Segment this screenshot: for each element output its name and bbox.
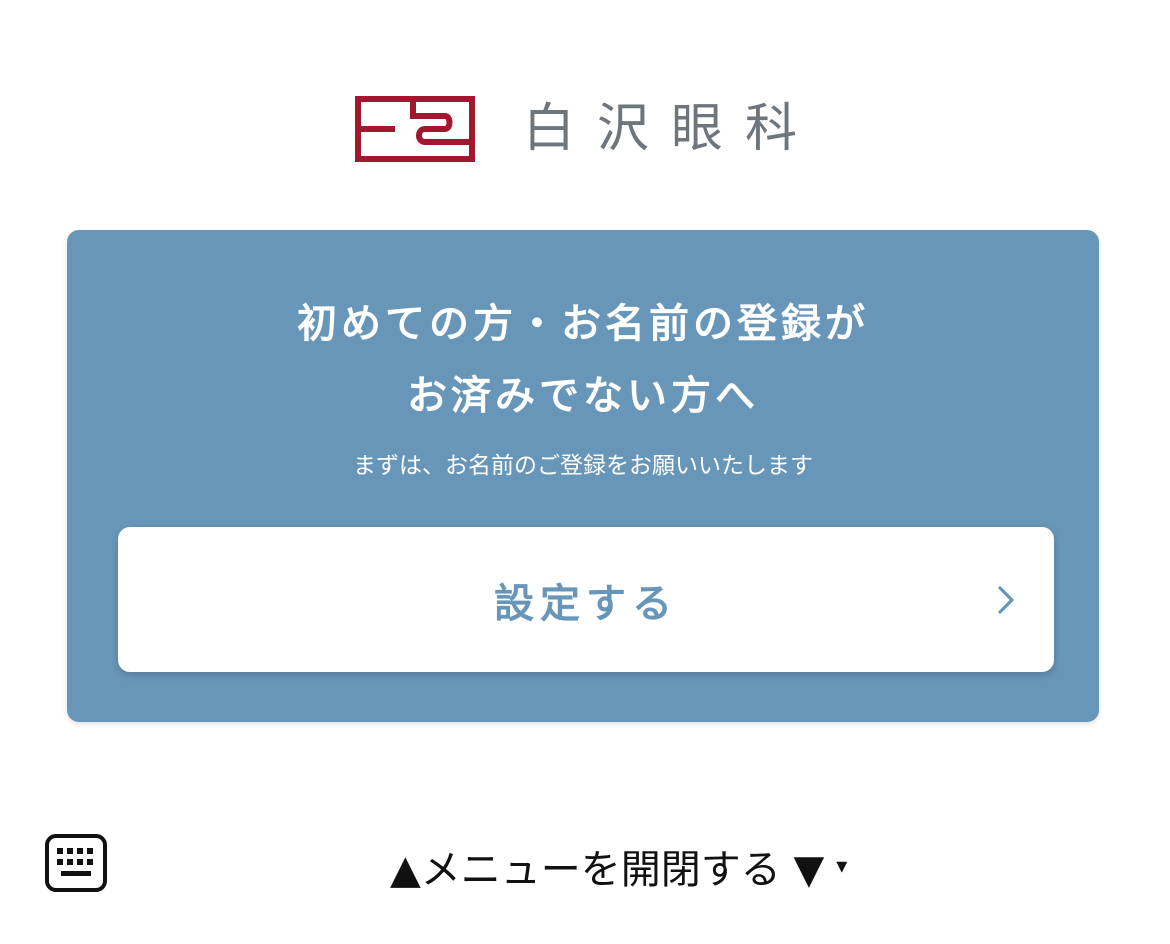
clinic-name: 白沢眼科 <box>523 99 820 159</box>
menu-toggle-label: ▲メニューを開閉する ▼ <box>390 847 825 893</box>
card-subtitle: まずは、お名前のご登録をお願いいたします <box>353 453 813 479</box>
clinic-logo-mark-icon <box>355 96 475 162</box>
card-title: 初めての方・お名前の登録が お済みでない方へ <box>67 288 1099 432</box>
setup-button[interactable]: 設定する <box>118 527 1054 672</box>
setup-button-label: 設定する <box>494 579 678 627</box>
chevron-right-icon <box>998 586 1014 614</box>
keyboard-toggle-button[interactable] <box>45 834 107 892</box>
caret-down-icon: ▾ <box>836 853 848 879</box>
clinic-logo: 白沢眼科 <box>355 94 819 164</box>
menu-toggle-button[interactable]: ▲メニューを開閉する ▼ ▾ <box>390 838 847 894</box>
registration-card: 初めての方・お名前の登録が お済みでない方へ まずは、お名前のご登録をお願いいた… <box>67 230 1099 722</box>
card-title-line-1: 初めての方・お名前の登録が <box>297 300 869 347</box>
card-title-line-2: お済みでない方へ <box>407 372 759 419</box>
keyboard-icon <box>45 834 107 892</box>
